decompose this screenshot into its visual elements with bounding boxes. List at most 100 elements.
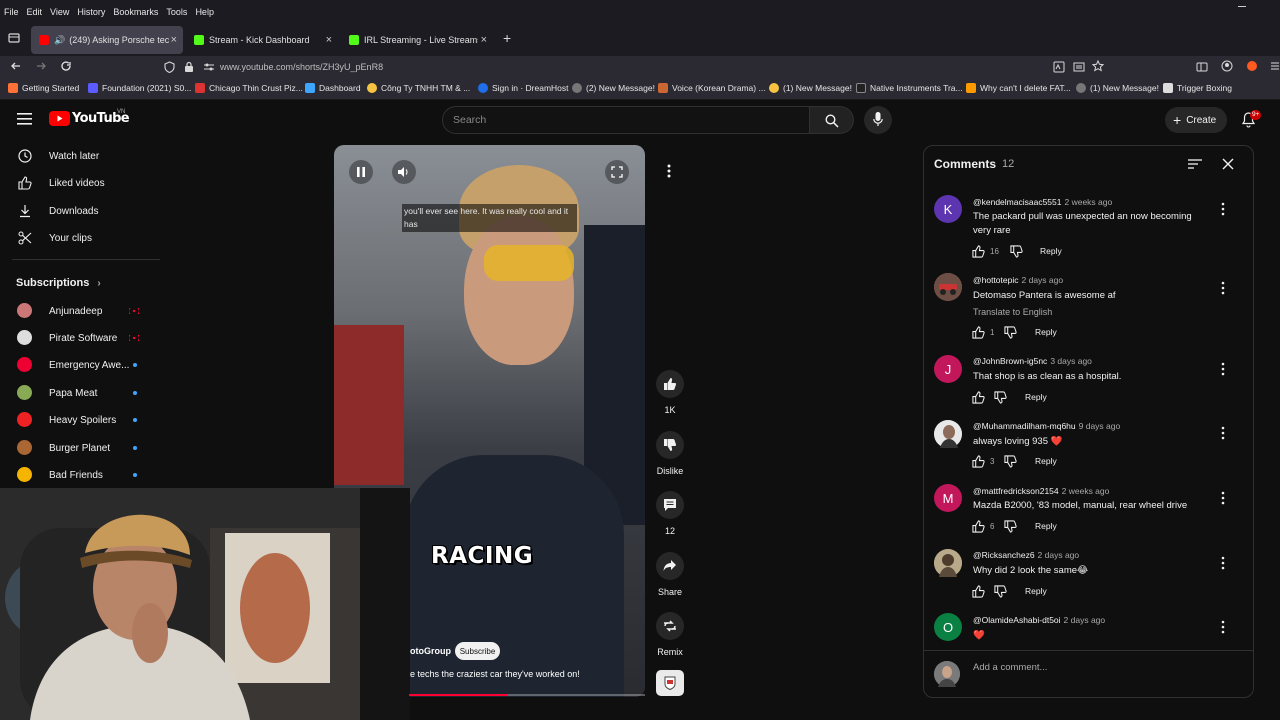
- search-input[interactable]: Search: [442, 106, 810, 134]
- subscribe-button[interactable]: Subscribe: [455, 642, 500, 660]
- hamburger-menu-icon[interactable]: [17, 113, 33, 128]
- sidebar-item-pirate-software[interactable]: Pirate Software: [0, 325, 160, 351]
- menu-file[interactable]: File: [4, 7, 19, 17]
- close-tab-icon[interactable]: ×: [326, 34, 332, 46]
- bookmark-item[interactable]: (2) New Message!: [572, 83, 655, 93]
- tab-list-icon[interactable]: [8, 32, 20, 47]
- bookmark-item[interactable]: Sign in · DreamHost: [478, 83, 569, 93]
- bookmark-item[interactable]: Trigger Boxing: [1163, 83, 1232, 93]
- commenter-avatar[interactable]: [934, 273, 962, 301]
- menu-history[interactable]: History: [77, 7, 105, 17]
- comment-more-icon[interactable]: [1220, 281, 1226, 295]
- bookmark-item[interactable]: Why can't I delete FAT...: [966, 83, 1071, 93]
- sidebar-toggle-icon[interactable]: [1196, 61, 1208, 76]
- close-comments-icon[interactable]: [1222, 158, 1234, 173]
- thumbs-up-icon[interactable]: [972, 585, 985, 598]
- comment-author[interactable]: @Ricksanchez6 2 days ago: [973, 550, 1079, 560]
- menu-help[interactable]: Help: [195, 7, 214, 17]
- menu-bookmarks[interactable]: Bookmarks: [113, 7, 158, 17]
- thumbs-up-icon[interactable]: [972, 455, 985, 468]
- thumbs-down-icon[interactable]: [994, 391, 1007, 404]
- comment-author[interactable]: @OlamideAshabi-dt5oi 2 days ago: [973, 615, 1105, 625]
- bookmark-item[interactable]: Chicago Thin Crust Piz...: [195, 83, 303, 93]
- speaker-icon[interactable]: 🔊: [54, 35, 65, 46]
- sound-thumbnail[interactable]: [656, 670, 684, 696]
- sidebar-item-downloads[interactable]: Downloads: [0, 198, 160, 224]
- reply-button[interactable]: Reply: [1025, 392, 1047, 402]
- close-tab-icon[interactable]: ×: [171, 34, 177, 46]
- thumbs-up-icon[interactable]: [972, 391, 985, 404]
- new-tab-button[interactable]: +: [503, 30, 511, 46]
- add-comment-input[interactable]: Add a comment...: [973, 662, 1047, 673]
- sidebar-item-burger-planet[interactable]: Burger Planet: [0, 435, 160, 461]
- thumbs-down-icon[interactable]: [1004, 455, 1017, 468]
- menu-edit[interactable]: Edit: [27, 7, 43, 17]
- video-channel-name[interactable]: otoGroup: [410, 646, 451, 656]
- tab-kick-dashboard[interactable]: Stream - Kick Dashboard ×: [186, 26, 338, 54]
- comments-button[interactable]: [656, 491, 684, 519]
- reply-button[interactable]: Reply: [1040, 246, 1062, 256]
- thumbs-down-icon[interactable]: [994, 585, 1007, 598]
- reply-button[interactable]: Reply: [1035, 327, 1057, 337]
- reply-button[interactable]: Reply: [1035, 521, 1057, 531]
- create-button[interactable]: + Create: [1165, 107, 1227, 133]
- tab-youtube[interactable]: 🔊 (249) Asking Porsche techs ×: [31, 26, 183, 54]
- share-button[interactable]: [656, 552, 684, 580]
- sidebar-item-your-clips[interactable]: Your clips: [0, 225, 160, 251]
- menu-view[interactable]: View: [50, 7, 69, 17]
- comment-more-icon[interactable]: [1220, 426, 1226, 440]
- bookmark-item[interactable]: Voice (Korean Drama) ...: [658, 83, 766, 93]
- sort-comments-icon[interactable]: [1188, 158, 1202, 173]
- bookmark-item[interactable]: (1) New Message!: [769, 83, 852, 93]
- fullscreen-button[interactable]: [605, 160, 629, 184]
- reply-button[interactable]: Reply: [1035, 456, 1057, 466]
- minimize-icon[interactable]: [1238, 6, 1246, 7]
- comment-more-icon[interactable]: [1220, 556, 1226, 570]
- sidebar-item-anjunadeep[interactable]: Anjunadeep: [0, 298, 160, 324]
- pause-button[interactable]: [349, 160, 373, 184]
- back-icon[interactable]: [10, 60, 22, 75]
- volume-button[interactable]: [392, 160, 416, 184]
- thumbs-down-icon[interactable]: [1004, 520, 1017, 533]
- comment-author[interactable]: @Muhammadilham-mq6hu 9 days ago: [973, 421, 1120, 431]
- comment-more-icon[interactable]: [1220, 491, 1226, 505]
- search-button[interactable]: [810, 106, 854, 134]
- sidebar-item-bad-friends[interactable]: Bad Friends: [0, 462, 160, 488]
- menu-tools[interactable]: Tools: [166, 7, 187, 17]
- remix-button[interactable]: [656, 612, 684, 640]
- comment-more-icon[interactable]: [1220, 620, 1226, 634]
- comment-author[interactable]: @hottotepic 2 days ago: [973, 275, 1063, 285]
- extension-icon[interactable]: [1246, 60, 1258, 75]
- url-text[interactable]: www.youtube.com/shorts/ZH3yU_pEnR8: [220, 62, 383, 72]
- commenter-avatar[interactable]: [934, 420, 962, 448]
- commenter-avatar[interactable]: O: [934, 613, 962, 641]
- translate-link[interactable]: Translate to English: [973, 307, 1052, 317]
- comment-more-icon[interactable]: [1220, 362, 1226, 376]
- commenter-avatar[interactable]: M: [934, 484, 962, 512]
- commenter-avatar[interactable]: [934, 549, 962, 577]
- youtube-logo[interactable]: YouTube VN: [49, 109, 130, 126]
- bookmark-item[interactable]: Native Instruments Tra...: [856, 83, 963, 93]
- video-progress-bar[interactable]: [409, 694, 645, 696]
- thumbs-up-icon[interactable]: [972, 245, 985, 258]
- reply-button[interactable]: Reply: [1025, 586, 1047, 596]
- bookmark-item[interactable]: Dashboard: [305, 83, 361, 93]
- bookmark-item[interactable]: Getting Started: [8, 83, 79, 93]
- more-options-icon[interactable]: [667, 164, 671, 181]
- sidebar-item-watch-later[interactable]: Watch later: [0, 143, 160, 169]
- bookmark-item[interactable]: Công Ty TNHH TM & ...: [367, 83, 470, 93]
- bookmark-item[interactable]: (1) New Message!: [1076, 83, 1159, 93]
- thumbs-down-icon[interactable]: [1010, 245, 1023, 258]
- subscriptions-heading[interactable]: Subscriptions ›: [16, 277, 101, 289]
- comment-author[interactable]: @JohnBrown-ig5nc 3 days ago: [973, 356, 1092, 366]
- forward-icon[interactable]: [35, 60, 47, 75]
- sidebar-item-emergency-awesome[interactable]: Emergency Awe...: [0, 352, 160, 378]
- voice-search-button[interactable]: [864, 106, 892, 134]
- close-tab-icon[interactable]: ×: [481, 34, 487, 46]
- tab-irl-streaming[interactable]: IRL Streaming - Live Streams on ×: [341, 26, 493, 54]
- sidebar-item-papa-meat[interactable]: Papa Meat: [0, 380, 160, 406]
- commenter-avatar[interactable]: J: [934, 355, 962, 383]
- overflow-menu-icon[interactable]: [1270, 60, 1280, 75]
- thumbs-up-icon[interactable]: [972, 326, 985, 339]
- thumbs-down-icon[interactable]: [1004, 326, 1017, 339]
